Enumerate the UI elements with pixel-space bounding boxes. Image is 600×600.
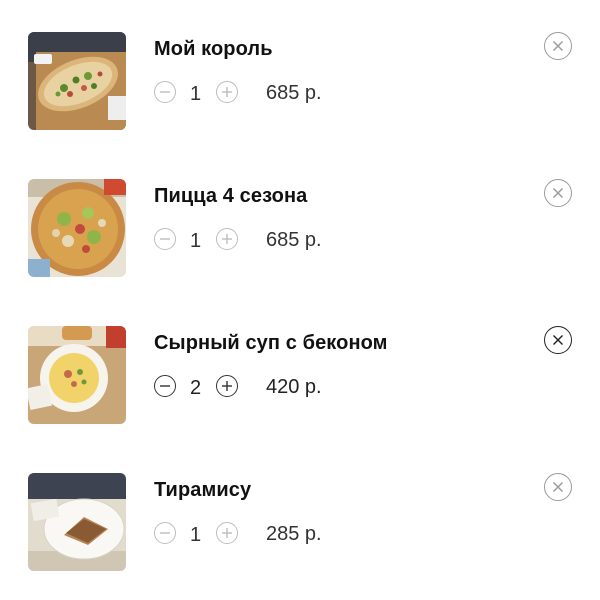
quantity-value: 1 <box>190 83 202 105</box>
plus-circle-icon[interactable] <box>216 81 238 103</box>
item-price: 285 р. <box>266 523 322 545</box>
cart-item: Мой король 1 685 р. <box>0 32 600 132</box>
item-price: 685 р. <box>266 229 322 251</box>
item-price: 420 р. <box>266 376 322 398</box>
tiramisu-plate-image <box>28 473 126 571</box>
cart-item: Тирамису 1 285 р. <box>0 473 600 573</box>
item-name: Тирамису <box>154 479 252 501</box>
minus-circle-icon[interactable] <box>154 228 176 250</box>
cart-item: Пицца 4 сезона 1 685 р. <box>0 179 600 279</box>
flatbread-pizza-image <box>28 32 126 130</box>
close-circle-icon[interactable] <box>544 326 572 354</box>
item-name: Пицца 4 сезона <box>154 185 308 207</box>
plus-circle-icon[interactable] <box>216 522 238 544</box>
quantity-value: 2 <box>190 377 202 399</box>
minus-circle-icon[interactable] <box>154 375 176 397</box>
quantity-value: 1 <box>190 524 202 546</box>
close-circle-icon[interactable] <box>544 32 572 60</box>
item-price: 685 р. <box>266 82 322 104</box>
soup-bowl-image <box>28 326 126 424</box>
minus-circle-icon[interactable] <box>154 81 176 103</box>
plus-circle-icon[interactable] <box>216 375 238 397</box>
cart-item: Сырный суп с беконом 2 420 р. <box>0 326 600 426</box>
item-name: Сырный суп с беконом <box>154 332 388 354</box>
item-name: Мой король <box>154 38 273 60</box>
round-pizza-image <box>28 179 126 277</box>
plus-circle-icon[interactable] <box>216 228 238 250</box>
close-circle-icon[interactable] <box>544 473 572 501</box>
minus-circle-icon[interactable] <box>154 522 176 544</box>
close-circle-icon[interactable] <box>544 179 572 207</box>
quantity-value: 1 <box>190 230 202 252</box>
